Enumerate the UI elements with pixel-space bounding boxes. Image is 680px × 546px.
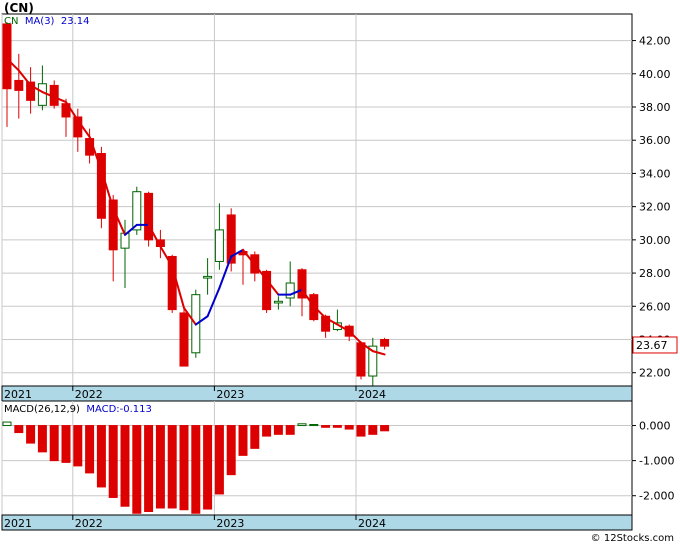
macd-bar [321, 425, 331, 428]
candle-body [14, 79, 24, 91]
price-tick-label: 22.00 [639, 367, 671, 380]
price-tick-label: 42.00 [639, 35, 671, 48]
price-tick-label: 34.00 [639, 167, 671, 180]
price-tick-label: 26.00 [639, 300, 671, 313]
macd-legend: MACD(26,12,9) MACD:-0.113 [4, 404, 152, 415]
macd-bar [49, 425, 59, 462]
stock-chart: 22.0024.0026.0028.0030.0032.0034.0036.00… [1, 13, 678, 531]
price-tick-label: 38.00 [639, 101, 671, 114]
macd-plot-frame [1, 400, 633, 516]
legend-macd-params: MACD(26,12,9) [4, 404, 80, 415]
price-legend: CN MA(3) 23.14 [4, 16, 89, 27]
price-panel: 22.0024.0026.0028.0030.0032.0034.0036.00… [1, 13, 678, 402]
macd-bar [191, 425, 201, 514]
macd-bar [380, 425, 390, 432]
price-year-label: 2021 [4, 388, 32, 401]
macd-tick-label: -1.000 [639, 455, 674, 468]
price-year-label: 2023 [216, 388, 244, 401]
legend-ma-value: 23.14 [60, 16, 90, 27]
macd-panel: 0.000 -1.000 -2.000 2021 2022 2023 2024 [1, 400, 674, 531]
macd-year-label: 2021 [4, 517, 32, 530]
price-year-label: 2022 [75, 388, 103, 401]
macd-bar [2, 421, 12, 427]
legend-macd-value: MACD:-0.113 [86, 404, 152, 415]
macd-bar [309, 424, 319, 427]
macd-bar [262, 425, 272, 437]
macd-bar [214, 425, 224, 495]
macd-bar [85, 425, 95, 474]
legend-ma: MA(3) [24, 16, 55, 27]
macd-bar [132, 425, 142, 514]
price-tick-label: 36.00 [639, 134, 671, 147]
macd-bar [332, 425, 342, 428]
macd-bar [238, 425, 248, 456]
macd-bar [120, 425, 130, 507]
macd-bar [73, 425, 83, 467]
macd-bar [297, 423, 307, 427]
price-tick-label: 30.00 [639, 234, 671, 247]
macd-bar [14, 425, 24, 434]
legend-ticker: CN [4, 16, 19, 27]
candle-body [214, 229, 224, 262]
price-year-label: 2024 [358, 388, 386, 401]
candle-body [273, 300, 283, 304]
candle-body [37, 83, 47, 106]
macd-year-label: 2024 [358, 517, 386, 530]
price-tick-label: 32.00 [639, 201, 671, 214]
price-plot-frame [1, 13, 633, 387]
macd-bar [144, 425, 154, 512]
candle-body [2, 23, 12, 90]
watermark: © 12Stocks.com [590, 533, 674, 544]
macd-year-label: 2022 [75, 517, 103, 530]
price-tick-label: 40.00 [639, 68, 671, 81]
macd-bar [273, 425, 283, 435]
candle-body [203, 275, 213, 279]
macd-tick-label: -2.000 [639, 490, 674, 503]
macd-bar [61, 425, 71, 463]
macd-bar [37, 425, 47, 453]
macd-tick-label: 0.000 [639, 420, 671, 433]
macd-bar [96, 425, 106, 488]
macd-bar [285, 425, 295, 435]
macd-bar [179, 425, 189, 511]
candle-body [285, 282, 295, 299]
macd-bar [250, 425, 260, 449]
price-tick-label: 28.00 [639, 267, 671, 280]
macd-bar [155, 425, 165, 509]
macd-bar [167, 425, 177, 509]
macd-bar [203, 425, 213, 510]
ticker-title: (CN) [4, 1, 34, 15]
last-price-label: 23.67 [636, 339, 668, 352]
macd-year-label: 2023 [216, 517, 244, 530]
macd-bar [344, 425, 354, 430]
candle-body [167, 255, 177, 311]
macd-bar [108, 425, 118, 498]
candle-body [380, 339, 390, 347]
candle-body [356, 342, 366, 377]
macd-bar [368, 425, 378, 435]
candle-body [144, 192, 154, 241]
macd-bar [26, 425, 36, 444]
macd-bar [356, 425, 366, 437]
macd-bar [226, 425, 236, 476]
candle-body [179, 312, 189, 367]
